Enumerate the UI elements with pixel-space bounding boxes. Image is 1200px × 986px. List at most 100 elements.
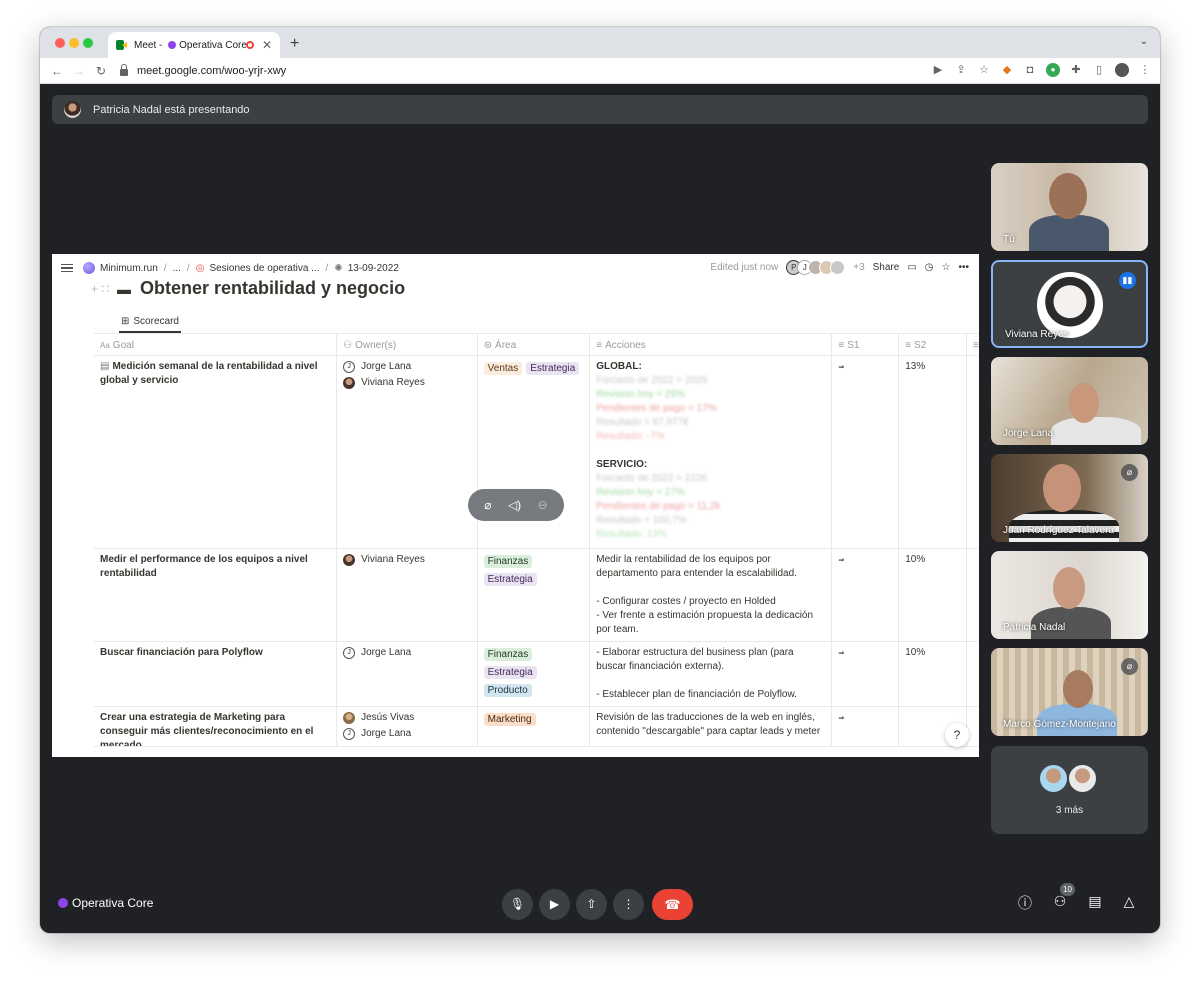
presenter-audio-controls[interactable]: ⌀ ◁) ⊖ [468, 489, 564, 521]
meeting-name: Operativa Core [58, 896, 153, 910]
blurred-line: Pendientes de pago = 11,2k [596, 501, 721, 512]
area-tag: Producto [483, 684, 532, 697]
table-header-row: Aa Goal ⚇ Owner(s) ⊜ Área ≡ Acciones ≡ S1 ≡ S2… [94, 334, 979, 356]
area-tag: Estrategia [526, 362, 580, 375]
meet-stage: Patricia Nadal está presentando Minimum.… [40, 84, 1160, 933]
acciones-cell: - Elaborar estructura del business plan … [590, 642, 833, 706]
area-tag: Marketing [483, 713, 536, 726]
hangup-button[interactable]: ☎ [652, 889, 693, 920]
chat-icon: ▤ [1088, 893, 1102, 909]
history-clock-icon: ◷ [924, 262, 934, 273]
participant-tile-jorge[interactable]: Jorge Lana [991, 357, 1148, 445]
forward-arrow-icon[interactable]: → [68, 64, 90, 78]
tab-close-icon[interactable]: ✕ [262, 38, 272, 52]
chat-button[interactable]: ▤ [1085, 893, 1105, 910]
owner-item: Jesús Vivas [343, 711, 471, 725]
participant-tile-patricia[interactable]: Patricia Nadal [991, 551, 1148, 639]
browser-menu-icon[interactable]: ⋮ [1138, 63, 1152, 77]
page-title: + ∷ ▬ Obtener rentabilidad y negocio [91, 278, 406, 298]
column-header-area: ⊜ Área [478, 334, 591, 355]
mic-off-icon[interactable]: ⌀ [484, 498, 491, 512]
s2-cell: 10% [899, 549, 967, 641]
presenting-banner: Patricia Nadal está presentando [52, 95, 1148, 124]
owners-cell: J Jorge Lana [337, 642, 478, 706]
participant-name: Patricia Nadal [1003, 622, 1066, 633]
avatar: J [343, 361, 356, 373]
owners-cell: J Jorge Lana Viviana Reyes [337, 356, 478, 548]
bookmark-star-icon[interactable]: ☆ [977, 63, 991, 77]
window-close-button[interactable] [55, 38, 65, 48]
area-tag: Finanzas [483, 648, 533, 661]
remove-icon[interactable]: ⊖ [538, 498, 548, 512]
s1-cell: ⇒ [832, 642, 900, 706]
table-view-icon: ⊞ [121, 315, 130, 327]
column-header-acciones: ≡ Acciones [590, 334, 833, 355]
more-horizontal-icon: ••• [958, 262, 969, 273]
blurred-line: Revision hoy = 25% [596, 389, 685, 400]
present-icon: ⇧ [586, 897, 597, 911]
address-bar[interactable]: meet.google.com/woo-yrjr-xwy [120, 60, 960, 81]
s2-cell: 10% [899, 642, 967, 706]
participant-tile-juan[interactable]: ⌀ Juan Rodríguez Talavera [991, 454, 1148, 542]
participant-tile-self[interactable]: Tú [991, 163, 1148, 251]
scorecard-table: Aa Goal ⚇ Owner(s) ⊜ Área ≡ Acciones ≡ S1 ≡ S2… [94, 333, 979, 747]
tab-search-chevron-icon[interactable]: ⌄ [1140, 36, 1148, 47]
presenting-text: Patricia Nadal está presentando [93, 103, 250, 116]
breadcrumb-ellipsis: ... [172, 262, 181, 274]
mic-icon: 🎙︎ [509, 897, 526, 911]
workspace-logo-icon [83, 262, 95, 274]
blurred-line: Forcasts de 2022 = 2025 [596, 375, 708, 386]
avatar [343, 377, 356, 389]
activities-button[interactable]: △ [1119, 893, 1139, 910]
camera-permission-icon[interactable]: ▶ [931, 63, 945, 77]
present-button[interactable]: ⇧ [576, 889, 607, 920]
speaker-volume-icon[interactable]: ◁) [508, 498, 521, 512]
mic-off-icon: ⌀ [1121, 464, 1138, 481]
blurred-line: Forcasts de 2022 = 2226 [596, 473, 708, 484]
browser-tab-meet[interactable]: Meet - Operativa Core ✕ [108, 32, 280, 58]
add-block-icon: + ∷ [91, 282, 109, 296]
meeting-info-button[interactable]: ⓘ [1015, 893, 1035, 913]
column-header-owners: ⚇ Owner(s) [337, 334, 478, 355]
blurred-line: Resultado = 87,977€ [596, 417, 689, 428]
mic-button[interactable]: 🎙︎ [502, 889, 533, 920]
blurred-line: Resultado: 13% [596, 529, 667, 540]
area-cell: Finanzas Estrategia [478, 549, 591, 641]
grammarly-extension-icon[interactable]: ● [1046, 63, 1060, 77]
camera-button[interactable]: ▶ [539, 889, 570, 920]
share-page-icon[interactable]: ⇪ [954, 63, 968, 77]
avatar: J [343, 728, 356, 740]
participant-tile-viviana[interactable]: ▮▮ Viviana Reyes [991, 260, 1148, 348]
metamask-icon[interactable]: ◆ [1000, 63, 1014, 77]
breadcrumb-date: 13-09-2022 [347, 262, 399, 274]
new-tab-button[interactable]: + [290, 35, 299, 53]
window-minimize-button[interactable] [69, 38, 79, 48]
url-text: meet.google.com/woo-yrjr-xwy [137, 64, 287, 77]
window-zoom-button[interactable] [83, 38, 93, 48]
soon-arrow-icon: ⇒ [838, 650, 845, 657]
more-options-button[interactable]: ⋮ [613, 889, 644, 920]
breadcrumb-sessions: Sesiones de operativa ... [209, 262, 320, 274]
participant-tile-marco[interactable]: ⌀ Marco Gómez-Montejano [991, 648, 1148, 736]
area-tag: Estrategia [483, 573, 537, 586]
s2-cell: 13% [899, 356, 967, 548]
area-cell: Finanzas Estrategia Producto [478, 642, 591, 706]
owner-item: Viviana Reyes [343, 553, 471, 567]
profile-avatar-icon[interactable] [1115, 63, 1129, 77]
acciones-cell: Medir la rentabilidad de los equipos por… [590, 549, 833, 641]
s1-cell: ⇒ [832, 356, 900, 548]
reload-icon[interactable]: ↻ [90, 64, 112, 78]
extension-icons: ▶ ⇪ ☆ ◆ ◘ ● ✚ ▯ ⋮ [931, 63, 1152, 77]
side-panel-icon[interactable]: ▯ [1092, 63, 1106, 77]
goal-cell: Crear una estrategia de Marketing para c… [94, 707, 338, 746]
breadcrumb: Minimum.run / ... / ◎ Sesiones de operat… [83, 262, 399, 274]
avatar: J [343, 647, 356, 659]
owners-cell: Jesús Vivas J Jorge Lana [337, 707, 478, 746]
acciones-cell: Revisión de las traducciones de la web e… [590, 707, 833, 746]
screenshot-extension-icon[interactable]: ◘ [1023, 63, 1037, 77]
back-arrow-icon[interactable]: ← [46, 64, 68, 78]
table-row: Buscar financiación para Polyflow J Jorge… [94, 642, 979, 707]
extensions-puzzle-icon[interactable]: ✚ [1069, 63, 1083, 77]
extra-collaborators-count: +3 [853, 262, 865, 273]
more-participants-tile[interactable]: 3 más [991, 746, 1148, 834]
